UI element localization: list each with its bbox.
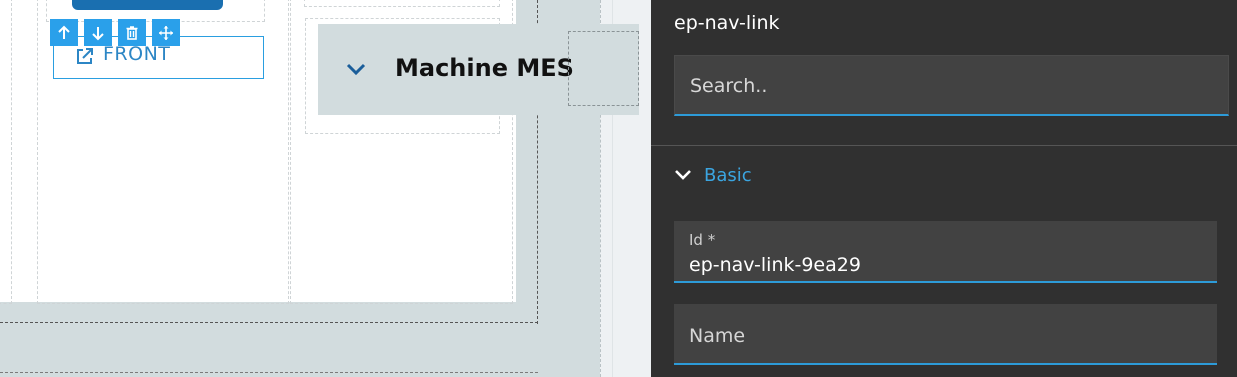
layout-guide xyxy=(304,0,500,7)
external-link-icon xyxy=(74,47,94,67)
delete-button[interactable] xyxy=(118,19,146,46)
arrow-up-icon xyxy=(58,25,70,39)
primary-button[interactable] xyxy=(72,0,223,10)
chevron-down-icon xyxy=(343,58,369,80)
layout-guide xyxy=(0,372,538,373)
move-down-button[interactable] xyxy=(84,19,112,46)
section-basic-toggle[interactable]: Basic xyxy=(704,165,752,186)
name-field[interactable] xyxy=(674,304,1217,365)
component-name-title: ep-nav-link xyxy=(674,12,780,34)
search-placeholder: Search.. xyxy=(690,75,768,97)
id-field-value[interactable]: ep-nav-link-9ea29 xyxy=(689,254,861,276)
layout-guide xyxy=(0,322,538,323)
machine-mes-title: Machine MES xyxy=(395,54,574,82)
id-field-label: Id * xyxy=(689,231,716,249)
element-toolbar xyxy=(50,19,180,46)
layout-guide xyxy=(568,31,639,106)
name-field-label: Name xyxy=(689,325,746,347)
front-link-label: FRONT xyxy=(103,43,171,65)
trash-icon xyxy=(126,25,138,40)
drag-handle-button[interactable] xyxy=(152,19,180,46)
arrow-down-icon xyxy=(92,26,104,40)
layout-guide xyxy=(0,0,12,304)
chevron-down-icon[interactable] xyxy=(674,166,692,184)
builder-canvas: FRONT Machine MES xyxy=(0,0,651,377)
panel-divider xyxy=(651,145,1237,146)
move-icon xyxy=(159,25,173,40)
move-up-button[interactable] xyxy=(50,19,78,46)
